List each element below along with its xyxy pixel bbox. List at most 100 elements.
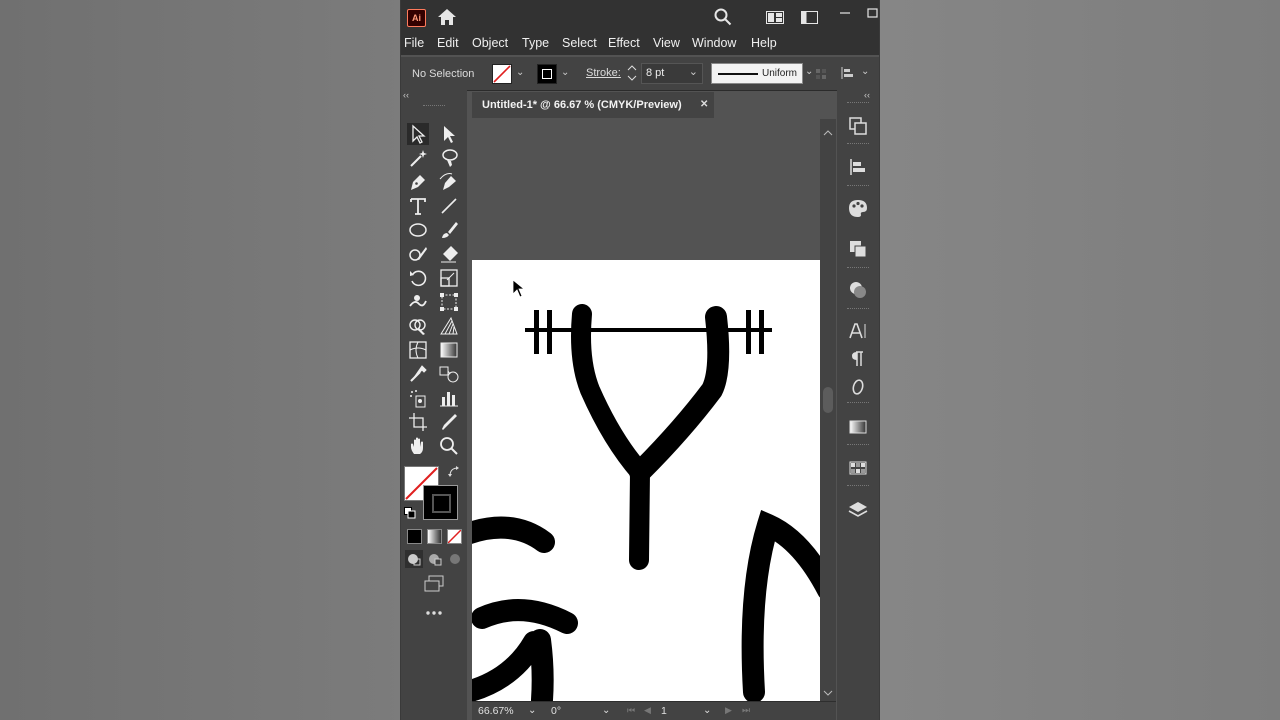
pathfinder-icon[interactable] [847, 238, 869, 260]
ellipse-tool-icon[interactable] [407, 219, 429, 241]
pen-tool-icon[interactable] [407, 171, 429, 193]
shape-builder-tool-icon[interactable] [407, 315, 429, 337]
zoom-chevron-icon[interactable]: ⌄ [528, 705, 536, 716]
letter-g-bottom[interactable] [472, 629, 554, 701]
letter-g-top-curve[interactable] [472, 516, 555, 553]
rotate-tool-icon[interactable] [407, 267, 429, 289]
transparency-icon[interactable] [847, 279, 869, 301]
next-artboard-icon[interactable]: ▶ [725, 705, 732, 716]
fill-dropdown-chevron-icon[interactable]: ⌄ [516, 67, 524, 78]
stroke-weight-field[interactable]: 8 pt ⌄ [641, 63, 703, 84]
menu-window[interactable]: Window [692, 36, 736, 50]
barbell-plate[interactable] [746, 310, 751, 354]
workspace-switcher-icon[interactable] [766, 11, 784, 24]
scroll-down-icon[interactable] [823, 685, 833, 696]
artboard[interactable] [472, 260, 820, 701]
stroke-color-box[interactable] [423, 485, 458, 520]
direct-selection-tool-icon[interactable] [438, 123, 460, 145]
stroke-swatch[interactable] [537, 64, 557, 84]
draw-normal-icon[interactable] [405, 550, 423, 568]
swatches-icon[interactable] [847, 457, 869, 479]
stroke-stepper-icon[interactable] [626, 63, 638, 83]
variable-width-profile[interactable]: Uniform [711, 63, 803, 84]
menu-file[interactable]: File [404, 36, 424, 50]
artboard-chevron-icon[interactable]: ⌄ [703, 705, 711, 716]
curvature-tool-icon[interactable] [438, 171, 460, 193]
last-artboard-icon[interactable]: ⏭ [742, 705, 750, 716]
artboard-tool-icon[interactable] [407, 411, 429, 433]
paragraph-icon[interactable] [847, 348, 869, 370]
collapse-panels-icon[interactable]: ‹‹ [864, 90, 870, 100]
screen-mode-icon[interactable] [423, 575, 445, 593]
magic-wand-tool-icon[interactable] [407, 147, 429, 169]
first-artboard-icon[interactable]: ⏮ [627, 705, 635, 716]
color-mode-icon[interactable] [407, 529, 422, 544]
letter-y-right-arm[interactable] [629, 306, 730, 483]
layers-icon[interactable] [847, 499, 869, 521]
opentype-icon[interactable] [847, 376, 869, 398]
scale-tool-icon[interactable] [438, 267, 460, 289]
letter-y-left-arm[interactable] [571, 304, 650, 482]
align-icon[interactable] [847, 156, 869, 178]
scroll-up-icon[interactable] [823, 123, 833, 136]
barbell-plate[interactable] [534, 310, 539, 354]
type-tool-icon[interactable] [407, 195, 429, 217]
eyedropper-tool-icon[interactable] [407, 363, 429, 385]
menu-help[interactable]: Help [751, 36, 777, 50]
brush-definition-icon[interactable] [815, 67, 827, 79]
rotation-value[interactable]: 0° [551, 705, 561, 717]
free-transform-tool-icon[interactable] [438, 291, 460, 313]
edit-toolbar-icon[interactable] [423, 605, 445, 615]
column-graph-tool-icon[interactable] [438, 387, 460, 409]
gradient-icon[interactable] [847, 416, 869, 438]
stroke-label[interactable]: Stroke: [586, 67, 621, 79]
letter-y-stem[interactable] [629, 462, 650, 570]
symbol-sprayer-tool-icon[interactable] [407, 387, 429, 409]
document-tab[interactable]: Untitled-1* @ 66.67 % (CMYK/Preview) ✕ [472, 92, 714, 118]
mesh-tool-icon[interactable] [407, 339, 429, 361]
menu-view[interactable]: View [653, 36, 680, 50]
character-icon[interactable] [847, 320, 869, 342]
line-segment-tool-icon[interactable] [438, 195, 460, 217]
search-icon[interactable] [714, 8, 732, 26]
menu-type[interactable]: Type [522, 36, 549, 50]
menu-object[interactable]: Object [472, 36, 508, 50]
draw-behind-icon[interactable] [426, 550, 444, 568]
zoom-tool-icon[interactable] [438, 435, 460, 457]
rotation-chevron-icon[interactable]: ⌄ [602, 705, 610, 716]
shaper-tool-icon[interactable] [407, 243, 429, 265]
profile-chevron-icon[interactable]: ⌄ [805, 66, 813, 77]
previous-artboard-icon[interactable]: ◀ [644, 705, 651, 716]
selection-tool-icon[interactable] [407, 123, 429, 145]
hand-tool-icon[interactable] [407, 435, 429, 457]
stroke-weight-chevron-icon[interactable]: ⌄ [689, 65, 698, 78]
home-icon[interactable] [437, 8, 457, 26]
arrange-documents-icon[interactable] [801, 11, 818, 24]
paintbrush-tool-icon[interactable] [438, 219, 460, 241]
blend-tool-icon[interactable] [438, 363, 460, 385]
default-fill-stroke-icon[interactable] [404, 506, 416, 519]
slice-tool-icon[interactable] [438, 411, 460, 433]
align-options-icon[interactable] [841, 66, 855, 80]
letter-m-stroke[interactable] [741, 509, 820, 701]
align-chevron-icon[interactable]: ⌄ [861, 66, 869, 77]
scroll-thumb[interactable] [823, 387, 833, 413]
perspective-grid-tool-icon[interactable] [438, 315, 460, 337]
artwork[interactable] [472, 260, 820, 701]
maximize-icon[interactable] [867, 6, 879, 18]
collapse-tools-icon[interactable]: ‹‹ [403, 90, 409, 100]
menu-edit[interactable]: Edit [437, 36, 459, 50]
barbell-plate[interactable] [759, 310, 764, 354]
barbell-plate[interactable] [547, 310, 552, 354]
properties-icon[interactable] [847, 115, 869, 137]
none-mode-icon[interactable] [447, 529, 462, 544]
canvas-area[interactable] [472, 119, 820, 701]
zoom-level[interactable]: 66.67% [478, 705, 514, 717]
close-document-icon[interactable]: ✕ [700, 99, 708, 110]
swap-fill-stroke-icon[interactable] [447, 465, 461, 479]
color-icon[interactable] [847, 197, 869, 219]
gradient-tool-icon[interactable] [438, 339, 460, 361]
menu-effect[interactable]: Effect [608, 36, 640, 50]
vertical-scrollbar[interactable] [820, 119, 836, 701]
draw-inside-icon[interactable] [446, 550, 464, 568]
